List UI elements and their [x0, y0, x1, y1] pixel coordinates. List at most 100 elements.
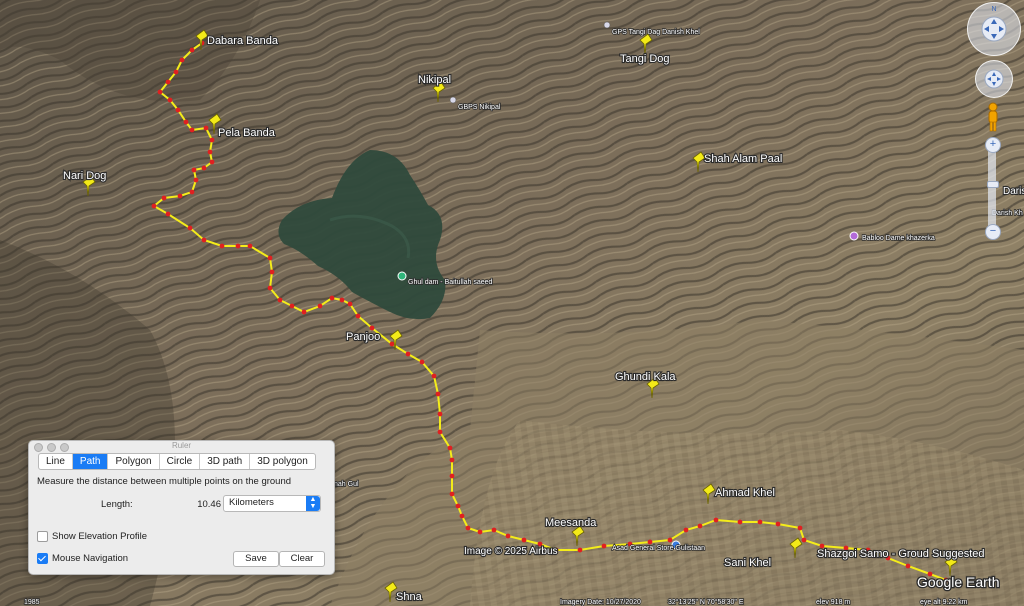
path-vertex[interactable] — [577, 547, 583, 553]
placemark-ghundi[interactable]: Ghundi Kala — [614, 370, 678, 399]
path-vertex[interactable] — [757, 519, 763, 525]
path-vertex[interactable] — [697, 523, 703, 529]
path-vertex[interactable] — [601, 543, 607, 549]
placemark-dabara[interactable]: Dabara Banda — [195, 29, 280, 51]
path-vertex[interactable] — [801, 537, 807, 543]
path-vertex[interactable] — [329, 295, 335, 301]
placemark-label[interactable]: Meesanda — [544, 516, 598, 530]
pushpin-icon[interactable] — [571, 525, 585, 547]
path-vertex[interactable] — [521, 537, 527, 543]
path-vertex[interactable] — [449, 491, 455, 497]
path-vertex[interactable] — [455, 503, 461, 509]
school-poi-icon[interactable] — [449, 96, 457, 104]
path-vertex[interactable] — [775, 521, 781, 527]
path-vertex[interactable] — [177, 193, 183, 199]
show-elevation-profile-checkbox[interactable]: Show Elevation Profile — [37, 531, 147, 542]
path-vertex[interactable] — [165, 79, 171, 85]
path-vertex[interactable] — [405, 351, 411, 357]
placemark-label[interactable]: Dabara Banda — [206, 34, 280, 48]
path-vertex[interactable] — [419, 359, 425, 365]
path-vertex[interactable] — [165, 211, 171, 217]
placemark-label[interactable]: Tangi Dog — [619, 52, 671, 66]
zoom-out-button[interactable]: − — [985, 224, 1001, 240]
path-vertex[interactable] — [267, 255, 273, 261]
path-vertex[interactable] — [465, 525, 471, 531]
placemark-label[interactable]: Shna — [395, 590, 424, 604]
path-vertex[interactable] — [203, 125, 209, 131]
path-vertex[interactable] — [201, 237, 207, 243]
path-vertex[interactable] — [235, 243, 241, 249]
path-vertex[interactable] — [175, 107, 181, 113]
poi-darish-kh[interactable]: Darish Kh — [991, 209, 1023, 218]
path-vertex[interactable] — [459, 513, 465, 519]
path-vertex[interactable] — [207, 149, 213, 155]
path-vertex[interactable] — [157, 89, 163, 95]
path-vertex[interactable] — [449, 473, 455, 479]
zoom-slider-thumb[interactable] — [987, 181, 999, 188]
placemark-label[interactable]: Ghundi Kala — [614, 370, 678, 384]
checkbox-box[interactable] — [37, 531, 48, 542]
units-select[interactable]: Kilometers ▲ ▼ — [223, 495, 321, 512]
path-vertex[interactable] — [173, 69, 179, 75]
path-vertex[interactable] — [289, 303, 295, 309]
ruler-titlebar[interactable]: Ruler — [29, 441, 334, 453]
path-vertex[interactable] — [449, 457, 455, 463]
path-vertex[interactable] — [797, 525, 803, 531]
path-vertex[interactable] — [179, 57, 185, 63]
placemark-label[interactable]: Sani Khel — [723, 556, 772, 570]
path-vertex[interactable] — [189, 47, 195, 53]
placemark-nikipal[interactable]: Nikipal — [417, 73, 452, 103]
clear-button[interactable]: Clear — [279, 551, 325, 567]
zoom-slider-track[interactable] — [988, 140, 996, 236]
street-view-pegman-icon[interactable] — [985, 101, 1001, 133]
school-poi-icon[interactable] — [603, 21, 611, 29]
path-vertex[interactable] — [161, 195, 167, 201]
placemark-shna[interactable]: Shna — [384, 581, 424, 604]
placemark-shah[interactable]: Shah Alam Paal — [692, 151, 783, 173]
poi-daris[interactable]: Daris — [1002, 185, 1024, 198]
mouse-navigation-checkbox[interactable]: Mouse Navigation — [37, 553, 128, 564]
poi-gbps-nikipal[interactable]: GBPS Nikipal — [457, 103, 501, 112]
poi-asad-store[interactable]: Asad General Store Gulistaan — [611, 544, 706, 553]
poi-ghul-dam[interactable]: Ghul dam - Baitullah saeed — [407, 278, 493, 287]
placemark-label[interactable]: Pela Banda — [217, 126, 277, 140]
move-control[interactable] — [975, 60, 1013, 98]
ruler-tab-3d-polygon[interactable]: 3D polygon — [250, 454, 315, 469]
path-vertex[interactable] — [317, 303, 323, 309]
path-vertex[interactable] — [447, 445, 453, 451]
path-vertex[interactable] — [167, 97, 173, 103]
poi-gps-tangi[interactable]: GPS Tangi Dag Danish Khel — [611, 28, 701, 37]
placemark-ahmad[interactable]: Ahmad Khel — [702, 483, 776, 505]
path-vertex[interactable] — [437, 429, 443, 435]
path-vertex[interactable] — [209, 137, 215, 143]
pushpin-icon[interactable] — [702, 483, 716, 505]
placemark-shazgoi[interactable]: Shazgoi Samo - Groud Suggested — [816, 547, 986, 577]
path-vertex[interactable] — [505, 533, 511, 539]
path-vertex[interactable] — [647, 539, 653, 545]
path-vertex[interactable] — [247, 243, 253, 249]
ruler-tab-polygon[interactable]: Polygon — [108, 454, 160, 469]
path-vertex[interactable] — [347, 301, 353, 307]
path-vertex[interactable] — [201, 165, 207, 171]
placemark-pela[interactable]: Pela Banda — [208, 113, 277, 140]
path-vertex[interactable] — [355, 313, 361, 319]
place-poi-icon[interactable] — [849, 231, 859, 241]
poi-babloo[interactable]: Babloo Dame khazerka — [861, 234, 935, 243]
path-vertex[interactable] — [369, 325, 375, 331]
checkbox-box[interactable] — [37, 553, 48, 564]
path-vertex[interactable] — [301, 309, 307, 315]
path-vertex[interactable] — [339, 297, 345, 303]
placemark-panjoo[interactable]: Panjoo — [345, 329, 403, 351]
path-vertex[interactable] — [435, 391, 441, 397]
path-vertex[interactable] — [269, 269, 275, 275]
ruler-tab-3d-path[interactable]: 3D path — [200, 454, 251, 469]
look-control[interactable]: N — [967, 2, 1021, 56]
placemark-label[interactable]: Nari Dog — [62, 169, 108, 183]
ruler-tab-circle[interactable]: Circle — [160, 454, 201, 469]
path-vertex[interactable] — [683, 527, 689, 533]
path-vertex[interactable] — [189, 189, 195, 195]
path-vertex[interactable] — [183, 119, 189, 125]
path-vertex[interactable] — [191, 167, 197, 173]
ruler-tab-line[interactable]: Line — [39, 454, 73, 469]
placemark-meesanda[interactable]: Meesanda — [544, 516, 598, 547]
